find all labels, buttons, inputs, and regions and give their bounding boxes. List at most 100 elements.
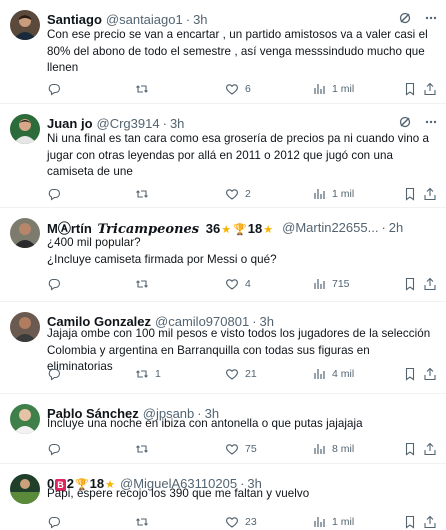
retweet-icon: [136, 445, 148, 453]
tweet-text: Ni una final es tan cara como esa groser…: [47, 132, 429, 178]
tweet[interactable]: Camilo Gonzalez @camilo970801 · 3h Jajaj…: [0, 302, 446, 394]
tweet[interactable]: Santiago @santaiago1 · 3h Con ese precio…: [0, 0, 446, 104]
bookmark-button[interactable]: [403, 186, 417, 202]
reply-icon: [48, 443, 61, 456]
avatar[interactable]: [10, 10, 40, 40]
timestamp[interactable]: 2h: [389, 220, 403, 235]
share-button[interactable]: [423, 276, 437, 292]
view-count: 1 mil: [332, 516, 355, 528]
tweet-header: MⒶrtín Tricampeones 36★ 🏆18★ @Martin22655…: [47, 218, 438, 237]
display-name[interactable]: MⒶrtín Tricampeones 36★ 🏆18★: [47, 218, 274, 237]
views-button[interactable]: 1 mil: [312, 514, 354, 530]
share-icon: [424, 82, 436, 96]
tweet-text: Con ese precio se van a encartar , un pa…: [47, 28, 428, 74]
name-number: 18: [247, 220, 263, 236]
bookmark-icon: [405, 442, 415, 456]
like-count: 21: [245, 368, 257, 380]
separator-dot: ·: [162, 115, 167, 131]
star-emoji-icon: ★: [221, 223, 232, 236]
reply-button[interactable]: [47, 514, 67, 530]
bookmark-button[interactable]: [403, 366, 417, 382]
share-button[interactable]: [423, 514, 437, 530]
user-handle[interactable]: @Crg3914: [97, 116, 160, 131]
display-name[interactable]: Juan jo: [47, 116, 93, 131]
share-button[interactable]: [423, 186, 437, 202]
heart-icon: [226, 517, 238, 528]
avatar[interactable]: [10, 404, 40, 434]
retweet-count: 1: [155, 368, 161, 380]
user-handle[interactable]: @santaiago1: [106, 12, 183, 27]
share-button[interactable]: [423, 366, 437, 382]
view-count: 1 mil: [332, 188, 355, 200]
separator-dot: ·: [185, 11, 191, 27]
retweet-button[interactable]: [135, 186, 155, 202]
retweet-button[interactable]: 1: [135, 366, 161, 382]
retweet-button[interactable]: [135, 514, 155, 530]
tweet[interactable]: MⒶrtín Tricampeones 36★ 🏆18★ @Martin22655…: [0, 208, 446, 302]
more-options-icon[interactable]: [424, 115, 438, 132]
like-count: 23: [245, 516, 257, 528]
tweet-text: ¿400 mil popular? ¿Incluye camiseta firm…: [47, 236, 277, 266]
like-button[interactable]: 2: [225, 186, 251, 202]
views-button[interactable]: 4 mil: [312, 366, 354, 382]
reply-button[interactable]: [47, 81, 67, 97]
views-button[interactable]: 715: [312, 276, 350, 292]
share-button[interactable]: [423, 81, 437, 97]
share-icon: [424, 367, 436, 381]
avatar[interactable]: [10, 474, 40, 504]
reply-button[interactable]: [47, 186, 67, 202]
like-button[interactable]: 6: [225, 81, 251, 97]
views-button[interactable]: 1 mil: [312, 186, 354, 202]
like-button[interactable]: 21: [225, 366, 257, 382]
tweet[interactable]: Pablo Sánchez @jpsanb · 3h Incluye una n…: [0, 394, 446, 464]
reply-button[interactable]: [47, 441, 67, 457]
grok-icon[interactable]: [398, 115, 412, 132]
retweet-button[interactable]: [135, 276, 155, 292]
retweet-icon: [136, 85, 148, 93]
avatar[interactable]: [10, 114, 40, 144]
timestamp[interactable]: 3h: [193, 12, 207, 27]
tweet-actions: 4 715: [47, 276, 438, 292]
bookmark-button[interactable]: [403, 514, 417, 530]
timestamp[interactable]: 3h: [170, 116, 184, 131]
like-count: 6: [245, 83, 251, 95]
tweet-feed: Santiago @santaiago1 · 3h Con ese precio…: [0, 0, 446, 530]
like-count: 4: [245, 278, 251, 290]
views-chart-icon: [314, 517, 325, 527]
avatar[interactable]: [10, 218, 40, 248]
like-button[interactable]: 75: [225, 441, 257, 457]
views-button[interactable]: 1 mil: [312, 81, 354, 97]
tweet[interactable]: Juan jo @Crg3914 · 3h Ni una final es ta…: [0, 104, 446, 208]
tweet-actions: 6 1 mil: [47, 81, 438, 97]
like-button[interactable]: 4: [225, 276, 251, 292]
retweet-button[interactable]: [135, 81, 155, 97]
grok-icon[interactable]: [398, 11, 412, 28]
bookmark-button[interactable]: [403, 276, 417, 292]
user-handle[interactable]: @Martin22655...: [282, 220, 378, 235]
views-button[interactable]: 8 mil: [312, 441, 354, 457]
share-button[interactable]: [423, 441, 437, 457]
reply-button[interactable]: [47, 366, 67, 382]
tweet-header: Juan jo @Crg3914 · 3h: [47, 114, 438, 132]
star-emoji-icon: ★: [263, 223, 274, 236]
bookmark-button[interactable]: [403, 441, 417, 457]
view-count: 1 mil: [332, 83, 355, 95]
heart-icon: [226, 444, 238, 455]
bookmark-icon: [405, 367, 415, 381]
reply-button[interactable]: [47, 276, 67, 292]
tweet-text: Incluye una noche en ibiza con antonella…: [47, 417, 363, 430]
bookmark-button[interactable]: [403, 81, 417, 97]
tweet-text: Papi, espere recojo los 390 que me falta…: [47, 487, 310, 500]
views-chart-icon: [314, 369, 325, 379]
display-name[interactable]: Santiago: [47, 12, 102, 27]
like-button[interactable]: 23: [225, 514, 257, 530]
retweet-button[interactable]: [135, 441, 155, 457]
heart-icon: [226, 189, 238, 200]
avatar[interactable]: [10, 312, 40, 342]
retweet-icon: [136, 190, 148, 198]
bookmark-icon: [405, 515, 415, 529]
tweet[interactable]: 0 B 2🏆18★ @MiguelA63110205 · 3h Papi, espe…: [0, 464, 446, 530]
views-chart-icon: [314, 279, 325, 289]
name-prefix: M: [47, 220, 58, 236]
more-options-icon[interactable]: [424, 11, 438, 28]
